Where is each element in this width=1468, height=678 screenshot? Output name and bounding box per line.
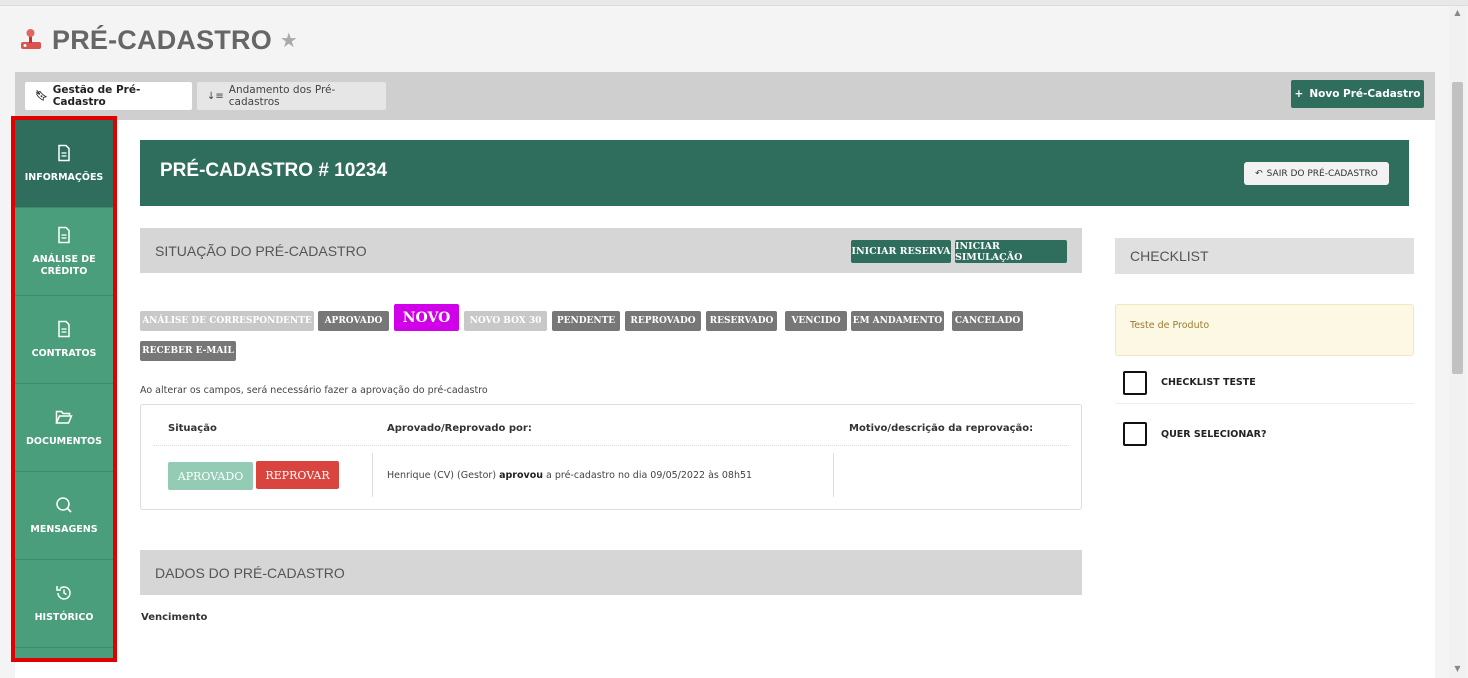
tab-label: Gestão de Pré-Cadastro	[52, 84, 141, 108]
checklist-item[interactable]: CHECKLIST TESTE	[1115, 362, 1414, 404]
approval-record-text: a pré-cadastro no dia 09/05/2022 às 08h5…	[542, 470, 753, 481]
situacao-section-header: SITUAÇÃO DO PRÉ-CADASTRO INICIAR RESERVA…	[140, 228, 1082, 273]
new-button-label: Novo Pré-Cadastro	[1309, 88, 1421, 100]
approval-action: aprovou	[499, 470, 543, 481]
tab-gestao[interactable]: 🔖︎ Gestão de Pré-Cadastro	[25, 82, 192, 110]
exit-button-label: SAIR DO PRÉ-CADASTRO	[1266, 168, 1378, 179]
status-badge[interactable]: EM ANDAMENTO	[851, 311, 944, 331]
tab-bar: 🔖︎ Gestão de Pré-Cadastro ↓≡ Andamento d…	[15, 72, 1435, 120]
document-icon	[58, 144, 70, 161]
sidebar-item-label: ANÁLISE DE CRÉDITO	[32, 253, 96, 277]
dados-section-header: DADOS DO PRÉ-CADASTRO	[140, 550, 1082, 595]
tab-andamento[interactable]: ↓≡ Andamento dos Pré-cadastros	[197, 82, 386, 110]
new-pre-cadastro-button[interactable]: + Novo Pré-Cadastro	[1291, 80, 1424, 108]
sidebar-item-label: CONTRATOS	[31, 347, 97, 359]
section-title: CHECKLIST	[1130, 248, 1209, 264]
bookmark-icon: 🔖︎	[35, 90, 48, 102]
page-header: PRÉ-CADASTRO ★	[18, 22, 298, 58]
approval-note: Ao alterar os campos, será necessário fa…	[140, 385, 488, 396]
approved-button[interactable]: APROVADO	[168, 462, 253, 490]
scroll-down-arrow-icon[interactable]: ▼	[1452, 664, 1463, 674]
column-header: Situação	[168, 423, 217, 434]
status-badge[interactable]: RECEBER E-MAIL	[140, 341, 236, 361]
status-badge-active[interactable]: NOVO	[394, 304, 459, 331]
section-title: DADOS DO PRÉ-CADASTRO	[155, 564, 345, 581]
sidebar-item-label: INFORMAÇÕES	[24, 171, 104, 183]
page-title: PRÉ-CADASTRO	[52, 24, 272, 55]
approval-record-text: Henrique (CV) (Gestor)	[387, 470, 500, 481]
vencimento-label: Vencimento	[141, 612, 208, 623]
status-badge[interactable]: NOVO BOX 30	[464, 311, 547, 331]
checklist-item-label: QUER SELECIONAR?	[1161, 428, 1267, 440]
sidebar-item-mensagens[interactable]: MENSAGENS	[15, 472, 113, 560]
checkbox[interactable]	[1123, 370, 1147, 395]
status-badge[interactable]: REPROVADO	[625, 311, 701, 331]
sidebar-item-label: DOCUMENTOS	[26, 435, 102, 447]
column-header: Motivo/descrição da reprovação:	[849, 423, 1034, 434]
reject-button[interactable]: REPROVAR	[256, 461, 339, 489]
iniciar-simulacao-button[interactable]: INICIAR SIMULAÇÃO	[955, 240, 1067, 263]
column-header: Aprovado/Reprovado por:	[387, 423, 532, 434]
status-badge[interactable]: ANÁLISE DE CORRESPONDENTE	[140, 311, 314, 331]
exit-pre-cadastro-button[interactable]: ↶ SAIR DO PRÉ-CADASTRO	[1244, 162, 1389, 185]
status-badge[interactable]: CANCELADO	[952, 311, 1023, 331]
sidebar-item-label: MENSAGENS	[30, 523, 98, 535]
document-icon	[58, 226, 70, 243]
status-badge[interactable]: APROVADO	[318, 311, 389, 331]
sidebar-item-contratos[interactable]: CONTRATOS	[15, 296, 113, 384]
checkbox[interactable]	[1123, 422, 1147, 446]
status-badge[interactable]: PENDENTE	[552, 311, 620, 331]
checklist-alert: Teste de Produto	[1115, 304, 1414, 356]
browser-top-strip	[0, 0, 1468, 6]
star-icon[interactable]: ★	[280, 28, 298, 52]
sidebar-item-historico[interactable]: HISTÓRICO	[15, 560, 113, 648]
status-badge[interactable]: RESERVADO	[706, 311, 777, 331]
checklist-item-label: CHECKLIST TESTE	[1161, 377, 1256, 388]
joystick-icon	[21, 29, 41, 49]
approval-record: Henrique (CV) (Gestor) aprovou a pré-cad…	[387, 470, 752, 481]
reply-icon: ↶	[1255, 168, 1263, 179]
scrollbar-thumb[interactable]	[1452, 82, 1463, 374]
document-icon	[58, 320, 70, 337]
checklist-header: CHECKLIST	[1115, 238, 1414, 274]
checklist-item[interactable]: QUER SELECIONAR?	[1115, 413, 1414, 455]
sidebar-item-informacoes[interactable]: INFORMAÇÕES	[15, 120, 113, 208]
sidebar: INFORMAÇÕES ANÁLISE DE CRÉDITO CONTRATOS…	[15, 120, 113, 658]
approval-table: Situação Aprovado/Reprovado por: Motivo/…	[140, 404, 1082, 510]
header-divider	[153, 445, 1069, 446]
column-divider	[833, 453, 834, 497]
chat-search-icon	[56, 496, 72, 513]
column-divider	[372, 453, 373, 497]
folder-open-icon	[55, 410, 73, 424]
sidebar-item-label: HISTÓRICO	[34, 611, 94, 623]
sidebar-item-documentos[interactable]: DOCUMENTOS	[15, 384, 113, 472]
status-badge[interactable]: VENCIDO	[785, 311, 847, 331]
tab-label: Andamento dos Pré-cadastros	[228, 84, 336, 108]
sidebar-item-analise-credito[interactable]: ANÁLISE DE CRÉDITO	[15, 208, 113, 296]
iniciar-reserva-button[interactable]: INICIAR RESERVA	[851, 240, 951, 263]
scroll-up-arrow-icon[interactable]: ▲	[1452, 8, 1463, 18]
section-title: SITUAÇÃO DO PRÉ-CADASTRO	[155, 242, 367, 259]
sort-icon: ↓≡	[207, 90, 224, 102]
history-icon	[56, 585, 71, 600]
pre-cadastro-header: PRÉ-CADASTRO # 10234 ↶ SAIR DO PRÉ-CADAS…	[140, 140, 1409, 206]
pre-cadastro-title: PRÉ-CADASTRO # 10234	[160, 160, 388, 181]
plus-icon: +	[1294, 88, 1304, 100]
